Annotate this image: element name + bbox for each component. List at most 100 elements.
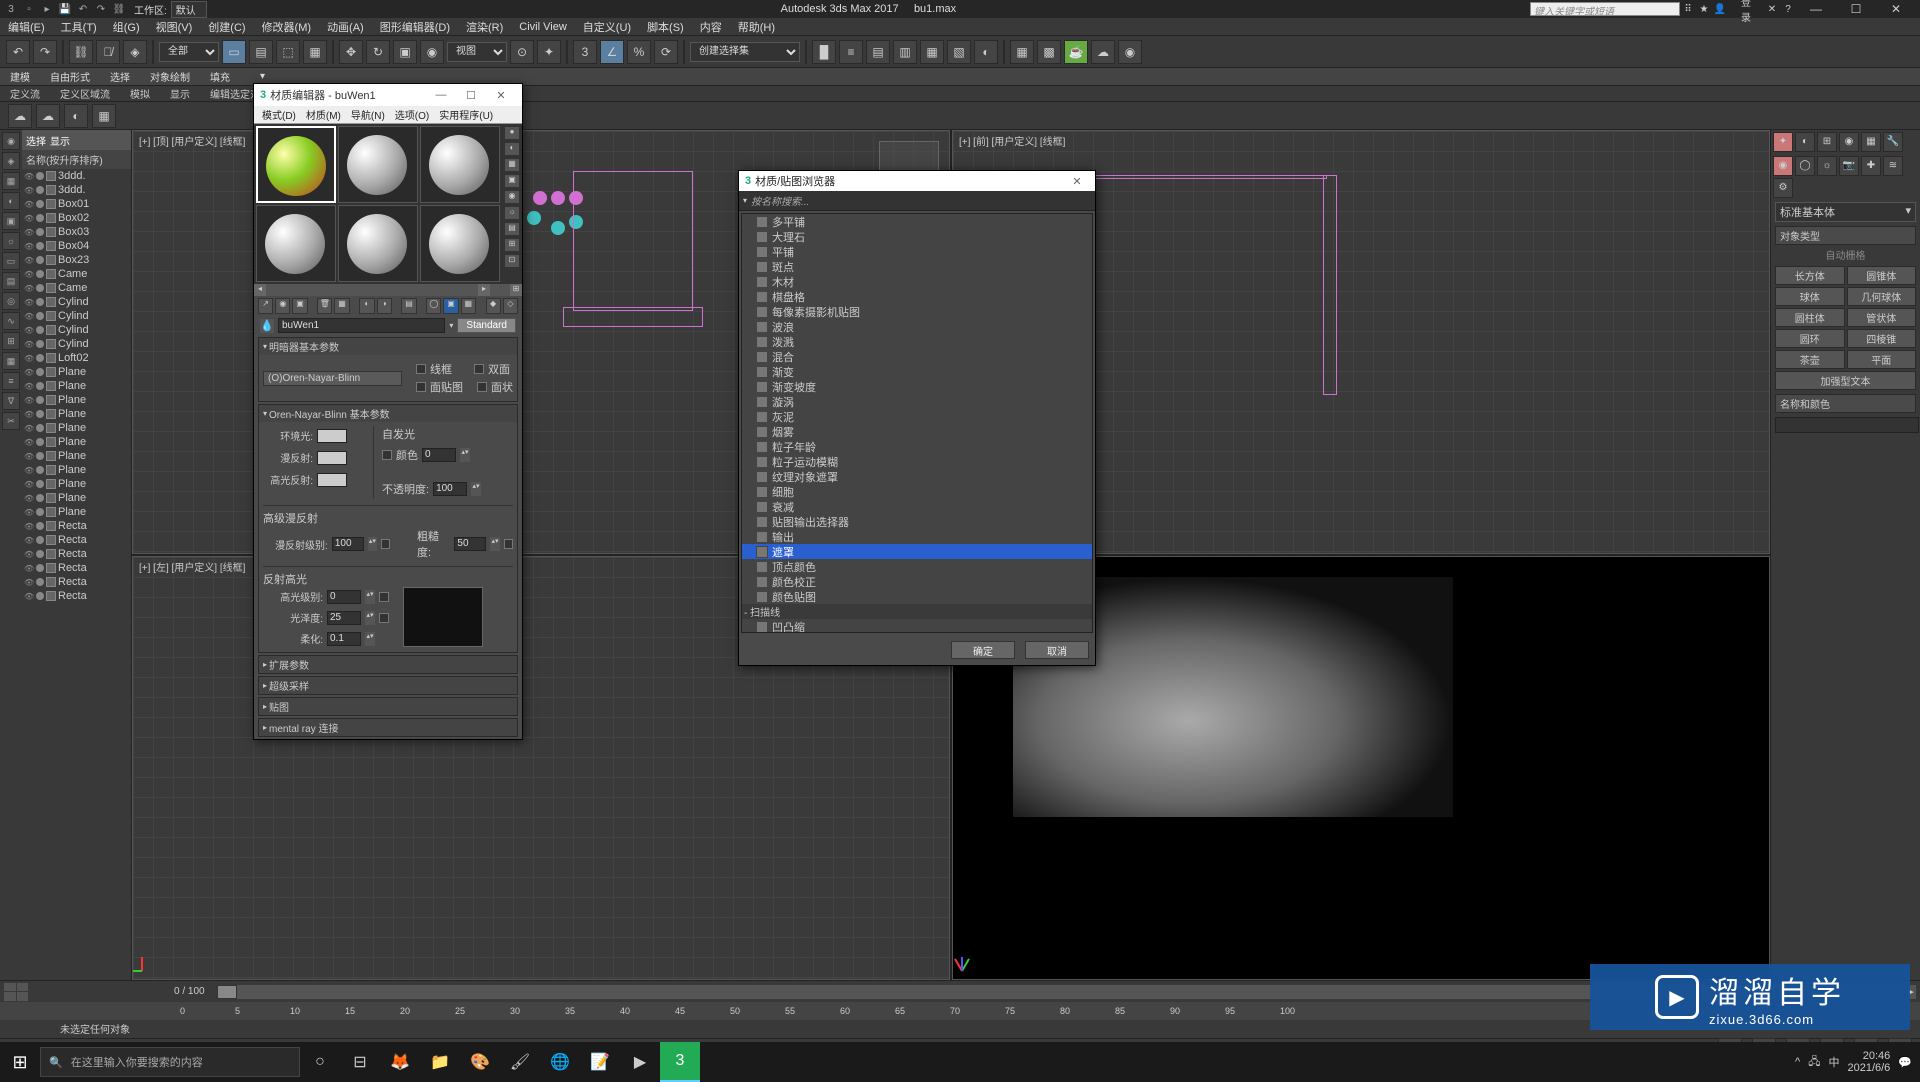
select-rect-button[interactable]: ⬚	[276, 40, 300, 64]
map-item[interactable]: 平铺	[742, 244, 1092, 259]
se-tool[interactable]: ▣	[2, 212, 20, 230]
start-button[interactable]: ⊞	[0, 1042, 40, 1082]
autogrid-check[interactable]: 自动栅格	[1775, 245, 1916, 264]
menu-civil[interactable]: Civil View	[511, 21, 574, 33]
list-item[interactable]: 👁Recta	[22, 547, 131, 561]
map-item[interactable]: 颜色贴图	[742, 589, 1092, 604]
rendersetup-button[interactable]: ▦	[1010, 40, 1034, 64]
primitive-button[interactable]: 平面	[1847, 350, 1917, 369]
map-item[interactable]: 凹凸缩	[742, 619, 1092, 633]
list-item[interactable]: 👁Plane	[22, 407, 131, 421]
map-item[interactable]: 贴图输出选择器	[742, 514, 1092, 529]
me-menu-util[interactable]: 实用程序(U)	[435, 107, 497, 122]
section-objtype[interactable]: 对象类型	[1775, 226, 1916, 245]
rotate-button[interactable]: ↻	[366, 40, 390, 64]
tray-notif[interactable]: 💬	[1898, 1056, 1912, 1069]
task-view[interactable]: ⊟	[340, 1042, 380, 1082]
taskbar-search[interactable]: 🔍在这里输入你要搜索的内容	[40, 1047, 300, 1077]
diffuse-swatch[interactable]	[317, 451, 347, 465]
map-item[interactable]: 纹理对象遮罩	[742, 469, 1092, 484]
redo-button[interactable]: ↷	[33, 40, 57, 64]
clock[interactable]: 20:462021/6/6	[1847, 1050, 1890, 1074]
tab-modify[interactable]: ◐	[1795, 132, 1815, 152]
sample-tool[interactable]: ●	[504, 126, 520, 140]
se-tool[interactable]: ◐	[2, 192, 20, 210]
se-tool[interactable]: ∿	[2, 312, 20, 330]
map-item[interactable]: 颜色校正	[742, 574, 1092, 589]
list-item[interactable]: 👁Plane	[22, 477, 131, 491]
link-button[interactable]: ⛓	[69, 40, 93, 64]
sample-tool[interactable]: ▤	[504, 222, 520, 236]
ribbon-collapse[interactable]: ▾	[260, 71, 265, 82]
sample-slot[interactable]	[420, 126, 500, 203]
sample-tool[interactable]: ▣	[504, 174, 520, 188]
map-item[interactable]: 泼溅	[742, 334, 1092, 349]
map-item[interactable]: 粒子运动模糊	[742, 454, 1092, 469]
align-button[interactable]: ≡	[839, 40, 863, 64]
task-app4[interactable]: ▶	[620, 1042, 660, 1082]
primitive-button[interactable]: 圆柱体	[1775, 308, 1845, 327]
renderframe-button[interactable]: ▩	[1037, 40, 1061, 64]
sub-sim[interactable]: 模拟	[130, 86, 150, 101]
select-name-button[interactable]: ▤	[249, 40, 273, 64]
tab-hierarchy[interactable]: ⊞	[1817, 132, 1837, 152]
new-icon[interactable]: ▫	[22, 2, 36, 16]
refcoord-select[interactable]: 视图	[447, 42, 507, 62]
matedit-button[interactable]: ◐	[974, 40, 998, 64]
explorer-list[interactable]: 👁3ddd.👁3ddd.👁Box01👁Box02👁Box03👁Box04👁Box…	[22, 169, 131, 980]
mapbrowser-close[interactable]: ✕	[1065, 175, 1089, 188]
pctsnap-button[interactable]: %	[627, 40, 651, 64]
curve-button[interactable]: ▦	[920, 40, 944, 64]
list-item[interactable]: 👁Box23	[22, 253, 131, 267]
map-item[interactable]: 渐变坡度	[742, 379, 1092, 394]
se-tool[interactable]: ≡	[2, 372, 20, 390]
map-category[interactable]: - 扫描线	[742, 604, 1092, 619]
object-name-input[interactable]	[1775, 417, 1919, 433]
map-item[interactable]: 渐变	[742, 364, 1092, 379]
me-tb[interactable]: ↗	[258, 298, 273, 314]
chk-2side[interactable]	[474, 364, 484, 374]
sub-display[interactable]: 显示	[170, 86, 190, 101]
rtool-2[interactable]: ☁	[36, 104, 60, 128]
menu-view[interactable]: 视图(V)	[148, 19, 201, 35]
menu-help[interactable]: 帮助(H)	[730, 19, 783, 35]
spec-swatch[interactable]	[317, 473, 347, 487]
menu-script[interactable]: 脚本(S)	[639, 19, 692, 35]
chk-wire[interactable]	[416, 364, 426, 374]
sample-tool[interactable]: ◐	[504, 142, 520, 156]
mirror-button[interactable]: ▐▌	[812, 40, 836, 64]
minimize-button[interactable]: —	[1796, 0, 1836, 18]
map-item[interactable]: 粒子年龄	[742, 439, 1092, 454]
rtool-1[interactable]: ☁	[8, 104, 32, 128]
menu-tools[interactable]: 工具(T)	[53, 19, 105, 35]
map-item[interactable]: 大理石	[742, 229, 1092, 244]
task-app1[interactable]: 🎨	[460, 1042, 500, 1082]
sub-sys[interactable]: ⚙	[1773, 178, 1793, 198]
workspace-select[interactable]: 默认	[171, 1, 207, 18]
scale-button[interactable]: ▣	[393, 40, 417, 64]
layer-button[interactable]: ▤	[866, 40, 890, 64]
renderiter-button[interactable]: ☁	[1091, 40, 1115, 64]
tab-motion[interactable]: ◉	[1839, 132, 1859, 152]
sample-slot[interactable]	[256, 205, 336, 282]
primitive-button[interactable]: 圆锥体	[1847, 266, 1917, 285]
tab-utility[interactable]: 🔧	[1883, 132, 1903, 152]
se-tool[interactable]: ◎	[2, 292, 20, 310]
schematic-button[interactable]: ▧	[947, 40, 971, 64]
sub-flow[interactable]: 定义流	[10, 86, 40, 101]
list-item[interactable]: 👁3ddd.	[22, 183, 131, 197]
task-explorer[interactable]: 📁	[420, 1042, 460, 1082]
task-firefox[interactable]: 🦊	[380, 1042, 420, 1082]
primitive-button[interactable]: 长方体	[1775, 266, 1845, 285]
rtool-4[interactable]: ▦	[92, 104, 116, 128]
sub-geom[interactable]: ◉	[1773, 156, 1793, 176]
primitive-button[interactable]: 四棱锥	[1847, 329, 1917, 348]
menu-render[interactable]: 渲染(R)	[458, 19, 511, 35]
me-menu-mode[interactable]: 模式(D)	[258, 107, 300, 122]
list-item[interactable]: 👁Box01	[22, 197, 131, 211]
sub-space[interactable]: ≋	[1883, 156, 1903, 176]
me-tb[interactable]: ◉	[275, 298, 290, 314]
menu-graph[interactable]: 图形编辑器(D)	[372, 19, 458, 35]
sample-slot[interactable]	[338, 205, 418, 282]
unlink-button[interactable]: ⛓̸	[96, 40, 120, 64]
